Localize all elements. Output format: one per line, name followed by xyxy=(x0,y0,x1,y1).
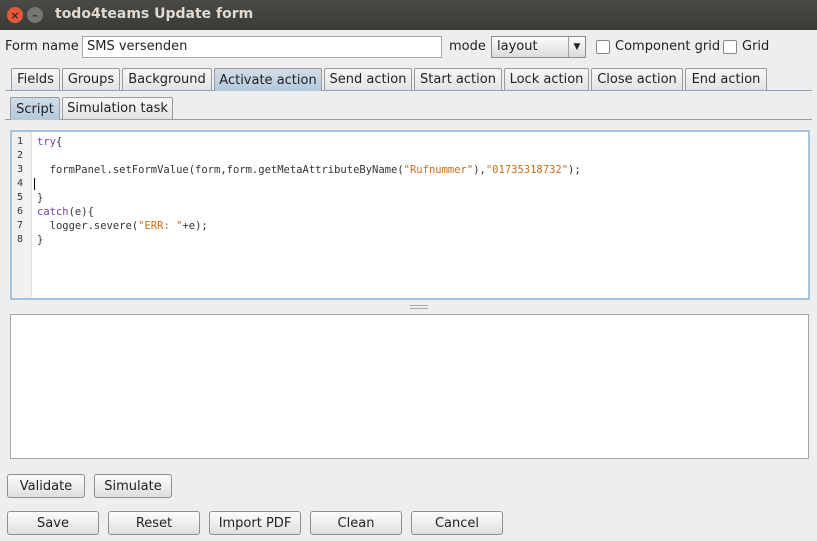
tab-lock-action[interactable]: Lock action xyxy=(504,68,589,90)
tab-end-action[interactable]: End action xyxy=(685,68,767,90)
chevron-down-icon: ▼ xyxy=(568,37,585,57)
form-name-label: Form name xyxy=(5,39,79,54)
simulate-button[interactable]: Simulate xyxy=(94,474,172,498)
import-pdf-button[interactable]: Import PDF xyxy=(209,511,301,535)
line-number: 3 xyxy=(17,164,24,175)
code-text: formPanel.setFormValue(form,form.getMeta… xyxy=(37,164,404,176)
code-line: } xyxy=(37,234,44,246)
tab-strip-divider xyxy=(5,90,812,91)
clean-button[interactable]: Clean xyxy=(310,511,402,535)
window-title: todo4teams Update form xyxy=(55,6,254,22)
close-icon: × xyxy=(10,8,20,22)
save-button[interactable]: Save xyxy=(7,511,99,535)
minimize-window-button[interactable]: – xyxy=(27,7,43,23)
mode-select[interactable]: layout ▼ xyxy=(491,36,586,58)
tab-start-action[interactable]: Start action xyxy=(414,68,502,90)
subtab-strip-divider xyxy=(5,119,812,120)
code-text: logger.severe( xyxy=(37,220,139,232)
form-name-input[interactable]: SMS versenden xyxy=(82,36,442,58)
code-line: try{ xyxy=(37,136,62,148)
code-string: "01735318732" xyxy=(485,164,569,176)
text-caret xyxy=(34,178,35,190)
code-text: (e){ xyxy=(68,206,94,218)
line-number: 7 xyxy=(17,220,24,231)
line-number: 4 xyxy=(17,178,24,189)
tab-send-action[interactable]: Send action xyxy=(324,68,412,90)
code-keyword: try xyxy=(37,136,56,148)
grid-checkbox[interactable] xyxy=(723,40,737,54)
title-bar: × – todo4teams Update form xyxy=(0,0,817,30)
mode-select-value: layout xyxy=(497,39,538,54)
code-keyword: catch xyxy=(37,206,69,218)
component-grid-checkbox[interactable] xyxy=(596,40,610,54)
mode-label: mode xyxy=(449,39,486,54)
line-number: 2 xyxy=(17,150,24,161)
cancel-button[interactable]: Cancel xyxy=(411,511,503,535)
code-text: +e); xyxy=(182,220,208,232)
output-console[interactable] xyxy=(10,314,809,459)
script-editor[interactable] xyxy=(10,130,810,300)
code-line: formPanel.setFormValue(form,form.getMeta… xyxy=(37,164,581,176)
update-form-window: × – todo4teams Update form Form name SMS… xyxy=(0,0,817,541)
line-number: 8 xyxy=(17,234,24,245)
minimize-icon: – xyxy=(32,8,38,22)
grid-label: Grid xyxy=(742,39,770,54)
tab-script[interactable]: Script xyxy=(10,97,60,120)
code-text: ), xyxy=(473,164,486,176)
splitter-grip-icon xyxy=(410,305,428,309)
pane-splitter[interactable] xyxy=(10,302,810,312)
code-line: catch(e){ xyxy=(37,206,94,218)
code-line: } xyxy=(37,192,44,204)
reset-button[interactable]: Reset xyxy=(108,511,200,535)
code-string: "Rufnummer" xyxy=(403,164,474,176)
tab-activate-action[interactable]: Activate action xyxy=(214,68,322,91)
code-line: logger.severe("ERR: "+e); xyxy=(37,220,208,232)
tab-groups[interactable]: Groups xyxy=(62,68,120,90)
tab-fields[interactable]: Fields xyxy=(11,68,60,90)
component-grid-label: Component grid xyxy=(615,39,721,54)
code-string: "ERR: " xyxy=(138,220,183,232)
line-number: 5 xyxy=(17,192,24,203)
tab-close-action[interactable]: Close action xyxy=(591,68,683,90)
code-text: { xyxy=(55,136,63,148)
line-number: 1 xyxy=(17,136,24,147)
line-number: 6 xyxy=(17,206,24,217)
code-text: ); xyxy=(568,164,581,176)
tab-simulation-task[interactable]: Simulation task xyxy=(62,97,173,119)
close-window-button[interactable]: × xyxy=(7,7,23,23)
tab-background[interactable]: Background xyxy=(122,68,212,90)
validate-button[interactable]: Validate xyxy=(7,474,85,498)
